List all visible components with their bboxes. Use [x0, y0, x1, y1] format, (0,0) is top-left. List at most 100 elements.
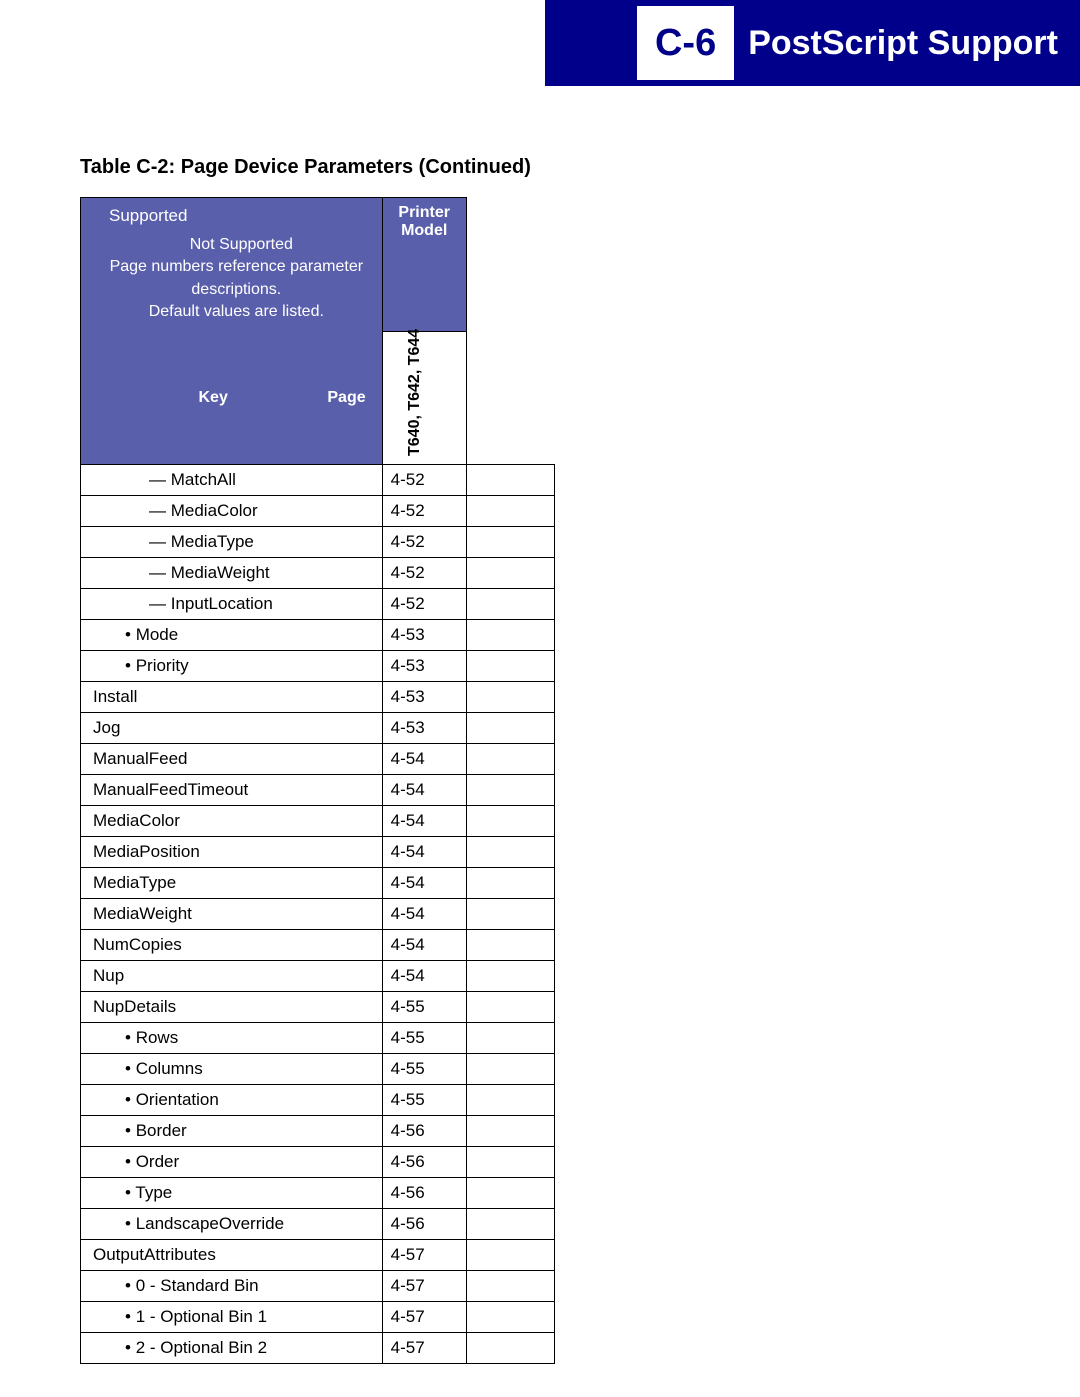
legend-supported: Supported — [81, 198, 383, 231]
cell-key: Install — [81, 682, 383, 713]
cell-key: Columns — [81, 1054, 383, 1085]
table-row: MediaWeight4-54 — [81, 899, 555, 930]
table-row: OutputAttributes4-57 — [81, 1240, 555, 1271]
cell-page: 4-52 — [382, 465, 466, 496]
cell-model — [466, 682, 554, 713]
cell-page: 4-54 — [382, 961, 466, 992]
table-row: Border4-56 — [81, 1116, 555, 1147]
cell-page: 4-54 — [382, 806, 466, 837]
cell-page: 4-55 — [382, 1023, 466, 1054]
table-row: MediaColor4-54 — [81, 806, 555, 837]
cell-page: 4-52 — [382, 496, 466, 527]
cell-key: Jog — [81, 713, 383, 744]
cell-key: Priority — [81, 651, 383, 682]
cell-model — [466, 589, 554, 620]
cell-model — [466, 1085, 554, 1116]
cell-model — [466, 527, 554, 558]
cell-page: 4-54 — [382, 744, 466, 775]
table-row: Install4-53 — [81, 682, 555, 713]
table-row: Orientation4-55 — [81, 1085, 555, 1116]
cell-model — [466, 1178, 554, 1209]
cell-page: 4-57 — [382, 1271, 466, 1302]
cell-model — [466, 899, 554, 930]
cell-page: 4-52 — [382, 558, 466, 589]
cell-model — [466, 1023, 554, 1054]
cell-model — [466, 1147, 554, 1178]
cell-model — [466, 1116, 554, 1147]
cell-key: MediaPosition — [81, 837, 383, 868]
cell-model — [466, 961, 554, 992]
cell-page: 4-53 — [382, 651, 466, 682]
table-caption: Table C-2: Page Device Parameters (Conti… — [80, 156, 580, 179]
table-row: Jog4-53 — [81, 713, 555, 744]
table-row: MediaColor4-52 — [81, 496, 555, 527]
cell-key: NumCopies — [81, 930, 383, 961]
col-header-model: T640, T642, T644 — [382, 332, 466, 465]
cell-model — [466, 1333, 554, 1364]
cell-key: 0 - Standard Bin — [81, 1271, 383, 1302]
cell-key: 2 - Optional Bin 2 — [81, 1333, 383, 1364]
table-row: MediaType4-52 — [81, 527, 555, 558]
cell-key: Order — [81, 1147, 383, 1178]
cell-model — [466, 465, 554, 496]
cell-key: InputLocation — [81, 589, 383, 620]
cell-key: MediaType — [81, 527, 383, 558]
cell-model — [466, 1240, 554, 1271]
header-title: PostScript Support — [734, 0, 1080, 86]
cell-key: MatchAll — [81, 465, 383, 496]
table-row: Mode4-53 — [81, 620, 555, 651]
table-row: Priority4-53 — [81, 651, 555, 682]
cell-key: MediaType — [81, 868, 383, 899]
header-badge: C-6 — [637, 6, 734, 80]
cell-model — [466, 620, 554, 651]
cell-page: 4-55 — [382, 1054, 466, 1085]
table-row: Order4-56 — [81, 1147, 555, 1178]
cell-model — [466, 713, 554, 744]
cell-page: 4-54 — [382, 930, 466, 961]
cell-key: Border — [81, 1116, 383, 1147]
cell-page: 4-54 — [382, 775, 466, 806]
cell-page: 4-57 — [382, 1302, 466, 1333]
cell-model — [466, 992, 554, 1023]
cell-key: MediaColor — [81, 806, 383, 837]
table-row: 0 - Standard Bin4-57 — [81, 1271, 555, 1302]
cell-key: MediaWeight — [81, 558, 383, 589]
cell-page: 4-57 — [382, 1333, 466, 1364]
cell-model — [466, 806, 554, 837]
table-row: ManualFeedTimeout4-54 — [81, 775, 555, 806]
cell-model — [466, 930, 554, 961]
cell-key: ManualFeed — [81, 744, 383, 775]
cell-key: ManualFeedTimeout — [81, 775, 383, 806]
cell-key: MediaWeight — [81, 899, 383, 930]
table-row: NupDetails4-55 — [81, 992, 555, 1023]
cell-page: 4-52 — [382, 527, 466, 558]
cell-page: 4-56 — [382, 1178, 466, 1209]
page-header: C-6 PostScript Support — [545, 0, 1080, 86]
table-row: MediaWeight4-52 — [81, 558, 555, 589]
table-row: MatchAll4-52 — [81, 465, 555, 496]
cell-key: OutputAttributes — [81, 1240, 383, 1271]
table-row: Nup4-54 — [81, 961, 555, 992]
cell-page: 4-56 — [382, 1209, 466, 1240]
cell-page: 4-54 — [382, 899, 466, 930]
cell-model — [466, 1054, 554, 1085]
table-row: 1 - Optional Bin 14-57 — [81, 1302, 555, 1333]
cell-model — [466, 558, 554, 589]
table-row: Columns4-55 — [81, 1054, 555, 1085]
cell-page: 4-53 — [382, 682, 466, 713]
cell-page: 4-55 — [382, 992, 466, 1023]
col-header-printer-model: Printer Model — [382, 198, 466, 332]
table-row: Type4-56 — [81, 1178, 555, 1209]
cell-page: 4-54 — [382, 868, 466, 899]
table-row: InputLocation4-52 — [81, 589, 555, 620]
cell-key: MediaColor — [81, 496, 383, 527]
cell-model — [466, 1302, 554, 1333]
table-row: LandscapeOverride4-56 — [81, 1209, 555, 1240]
cell-page: 4-54 — [382, 837, 466, 868]
parameters-table: Supported Printer Model Not Supported Pa… — [80, 197, 555, 1364]
cell-model — [466, 1271, 554, 1302]
cell-key: Mode — [81, 620, 383, 651]
cell-model — [466, 496, 554, 527]
cell-model — [466, 651, 554, 682]
table-row: NumCopies4-54 — [81, 930, 555, 961]
